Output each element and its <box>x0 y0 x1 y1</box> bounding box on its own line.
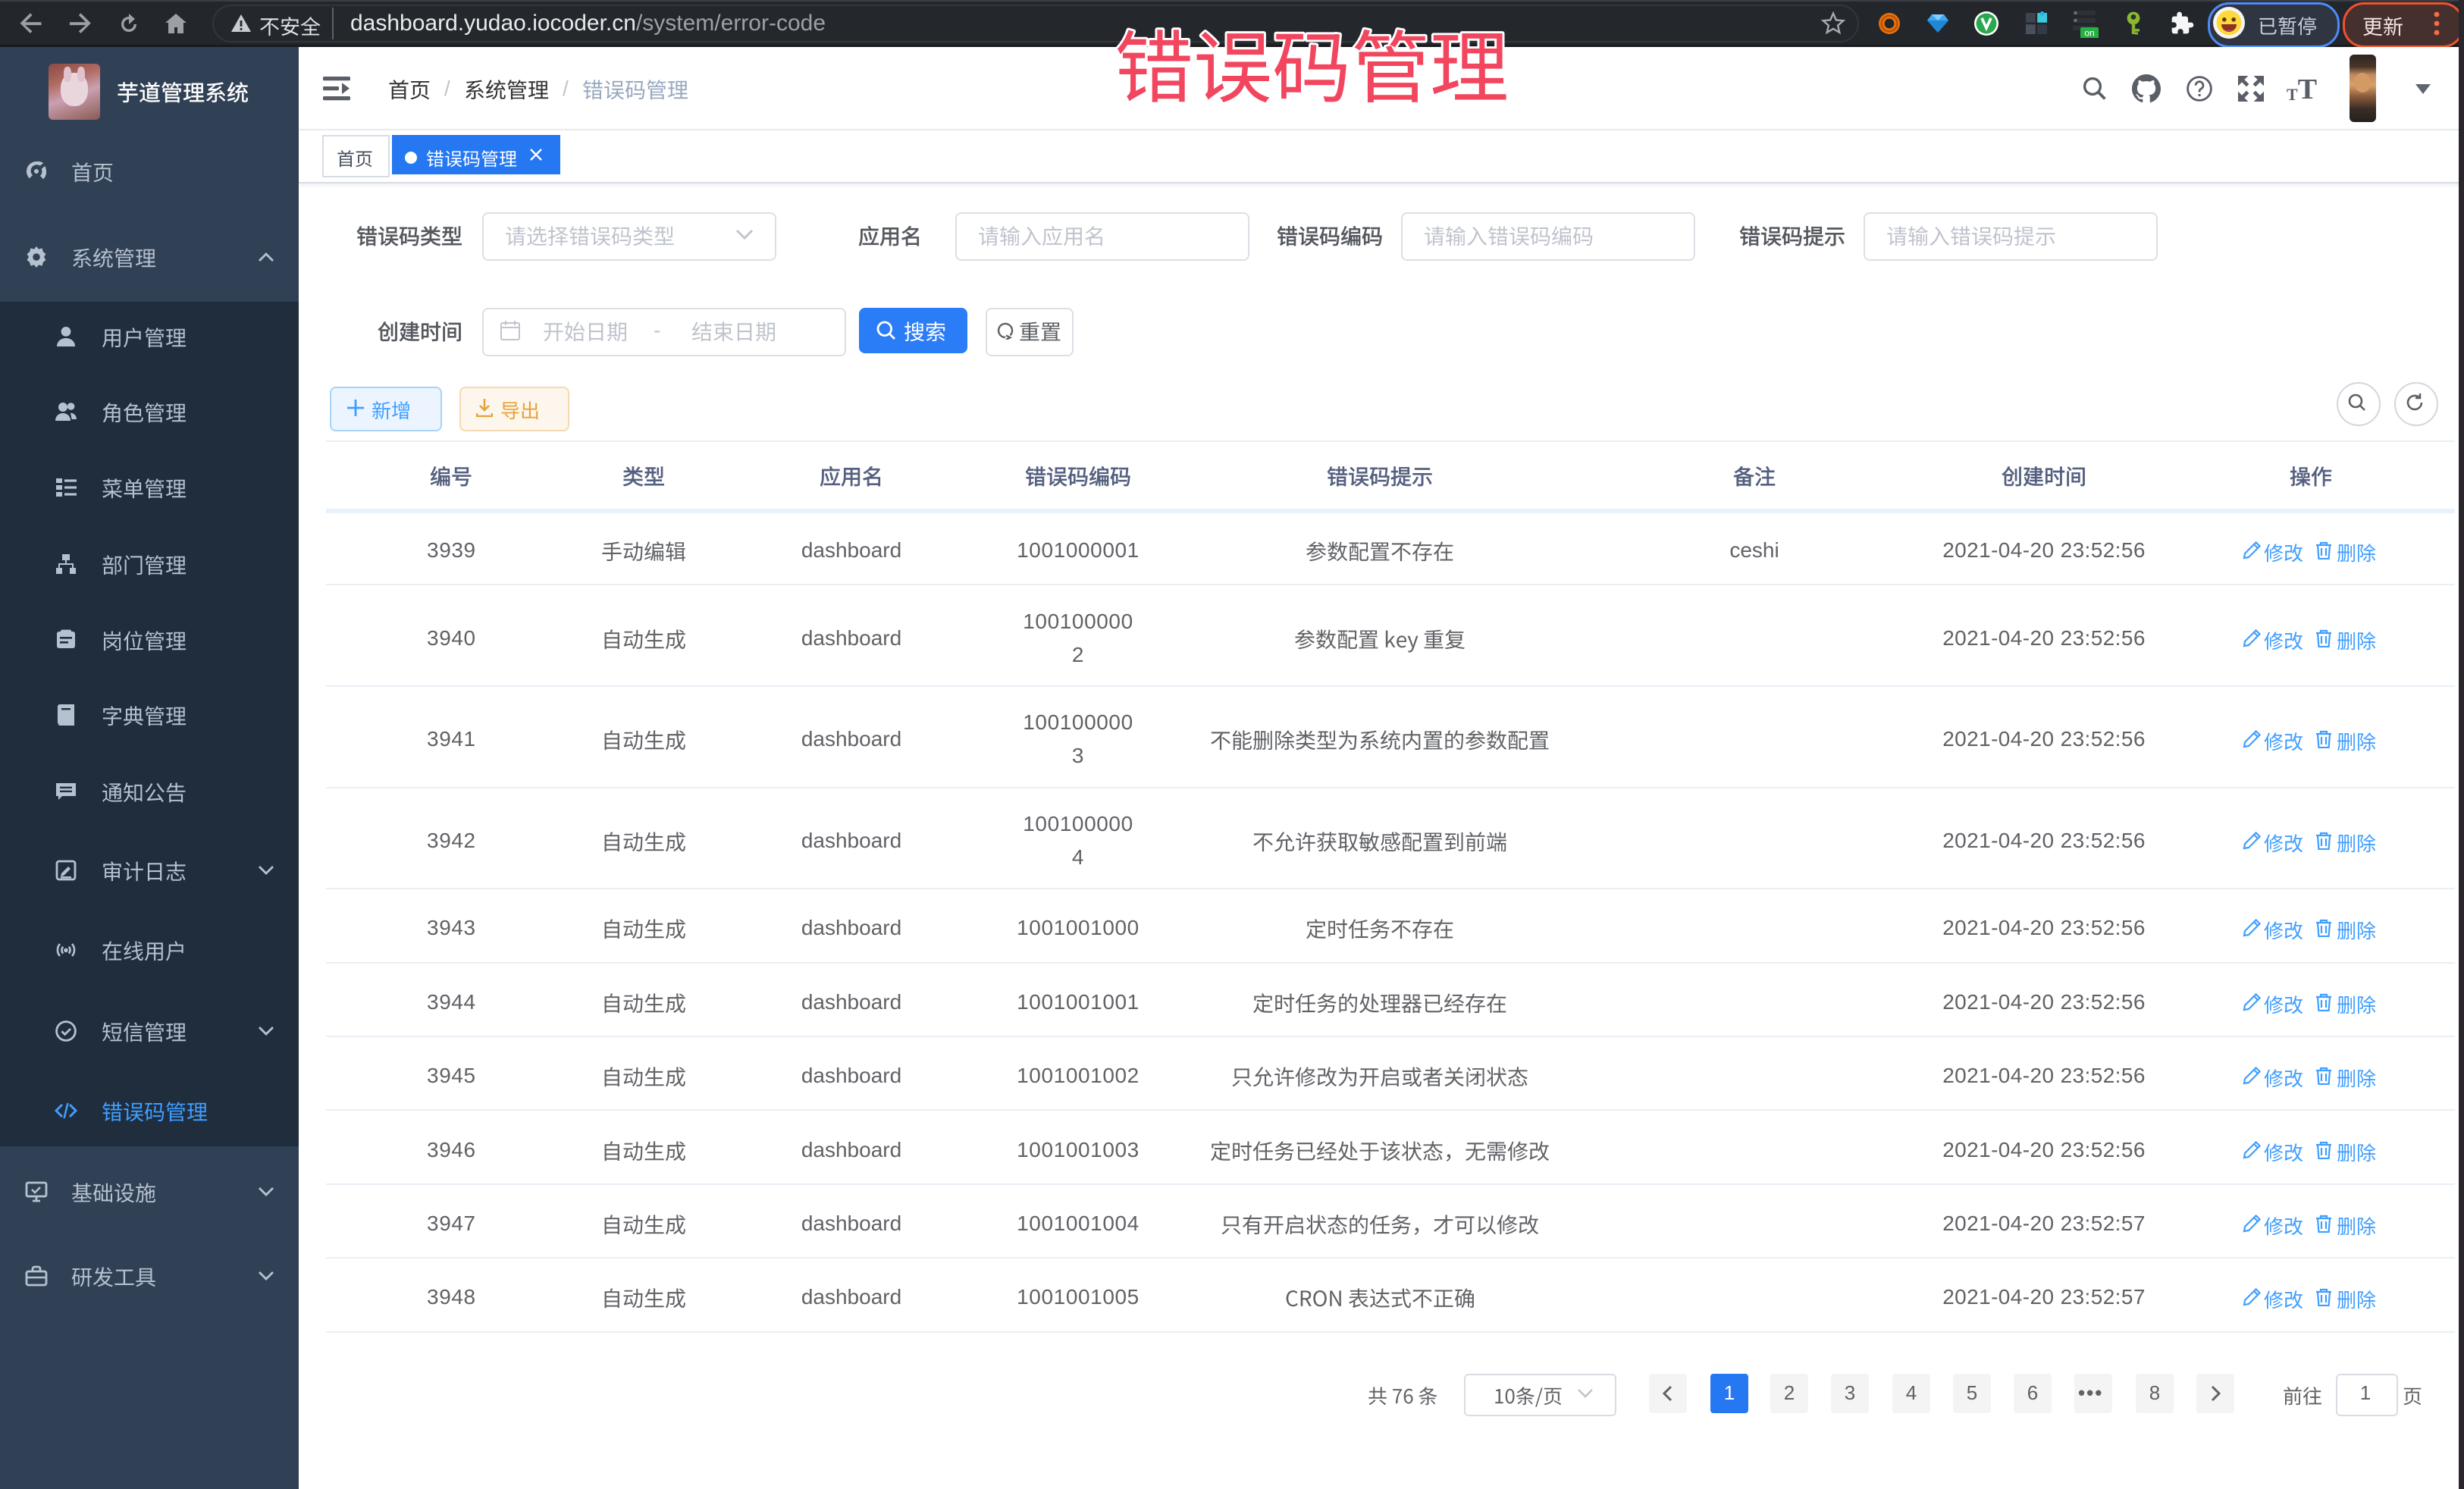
svg-text:on: on <box>2084 28 2094 38</box>
